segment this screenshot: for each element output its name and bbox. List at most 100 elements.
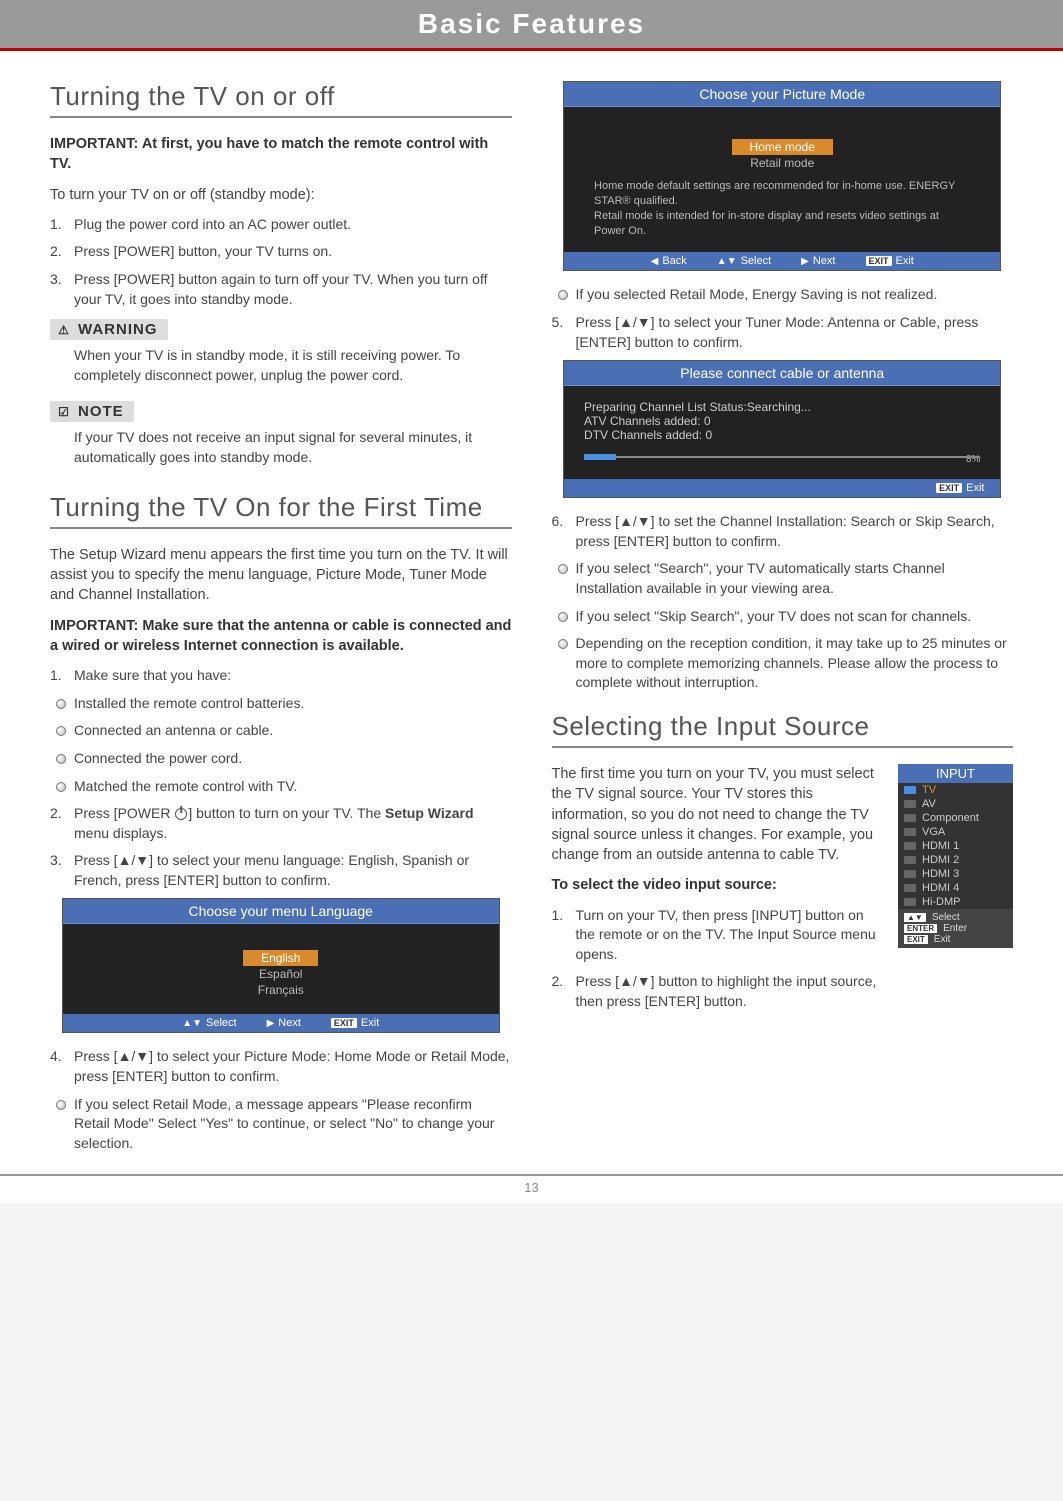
body-text: The Setup Wizard menu appears the first … — [50, 545, 512, 606]
manual-page: Basic Features Turning the TV on or off … — [0, 0, 1063, 1203]
osd-footer: ▲▼ Select ▶Next EXITExit — [63, 1014, 499, 1032]
section-first-time: Turning the TV On for the First Time The… — [50, 492, 512, 1154]
foot-exit: EXITExit — [331, 1017, 379, 1029]
label: Select — [206, 1017, 237, 1029]
exit-key-icon: EXIT — [331, 1018, 357, 1028]
input-option[interactable]: AV — [898, 797, 1013, 811]
osd-picture-mode-panel: Choose your Picture Mode Home mode Retai… — [563, 81, 1001, 271]
text: Retail mode is intended for in-store dis… — [594, 209, 970, 239]
exit-key-icon: EXIT — [936, 483, 962, 493]
progress-track — [584, 456, 980, 458]
list-item: Press [POWER] button again to turn off y… — [50, 270, 512, 309]
list-item: If you select "Skip Search", your TV doe… — [552, 607, 1014, 627]
input-steps: Turn on your TV, then press [INPUT] butt… — [552, 906, 883, 1012]
intro-text: To turn your TV on or off (standby mode)… — [50, 185, 512, 205]
osd-option[interactable]: Français — [83, 982, 479, 998]
section-title: Turning the TV on or off — [50, 81, 512, 118]
input-option-selected[interactable]: TV — [898, 783, 1013, 797]
input-option[interactable]: VGA — [898, 825, 1013, 839]
list-item: Press [▲/▼] button to highlight the inpu… — [552, 972, 883, 1011]
progress-bar: 8% — [584, 456, 980, 465]
section-first-time-cont: Choose your Picture Mode Home mode Retai… — [552, 81, 1014, 693]
section-title: Turning the TV On for the First Time — [50, 492, 512, 529]
setup-steps-cont: Press [POWER ] button to turn on your TV… — [50, 804, 512, 890]
section-turn-on-off: Turning the TV on or off IMPORTANT: At f… — [50, 81, 512, 474]
osd-title: Choose your menu Language — [63, 899, 499, 924]
osd-footer: EXITExit — [564, 479, 1000, 497]
list-item: Turn on your TV, then press [INPUT] butt… — [552, 906, 883, 965]
text: Setup Wizard — [385, 805, 474, 821]
list-item: Press [▲/▼] to select your Picture Mode:… — [50, 1047, 512, 1086]
left-icon: ◀ — [651, 256, 659, 267]
subhead: To select the video input source: — [552, 875, 883, 895]
label: HDMI 1 — [922, 840, 959, 852]
list-item: If you select Retail Mode, a message app… — [50, 1095, 512, 1154]
input-source-text: The first time you turn on your TV, you … — [552, 764, 883, 1020]
enter-key-icon: ENTER — [904, 924, 937, 933]
list-item: Press [POWER] button, your TV turns on. — [50, 242, 512, 262]
list-item: Installed the remote control batteries. — [50, 694, 512, 714]
note-callout: ☑ NOTE If your TV does not receive an in… — [50, 401, 512, 473]
right-icon: ▶ — [267, 1018, 275, 1029]
input-option[interactable]: HDMI 3 — [898, 867, 1013, 881]
list-item: If you select "Search", your TV automati… — [552, 559, 1014, 598]
text: Home mode default settings are recommend… — [594, 179, 970, 209]
foot-next: ▶Next — [801, 255, 835, 267]
foot-enter: ENTER Enter — [904, 923, 1007, 934]
input-option[interactable]: Component — [898, 811, 1013, 825]
list-item: If you selected Retail Mode, Energy Savi… — [552, 285, 1014, 305]
osd-channel-scan-panel: Please connect cable or antenna Preparin… — [563, 360, 1001, 498]
important-note: IMPORTANT: Make sure that the antenna or… — [50, 616, 512, 657]
exit-key-icon: EXIT — [866, 256, 892, 266]
section-input-source: Selecting the Input Source The first tim… — [552, 711, 1014, 1020]
osd-input-panel: INPUT TV AV Component VGA HDMI 1 HDMI 2 … — [898, 764, 1013, 948]
warning-callout: ⚠ WARNING When your TV is in standby mod… — [50, 319, 512, 391]
input-option[interactable]: HDMI 1 — [898, 839, 1013, 853]
retail-note-list: If you select Retail Mode, a message app… — [50, 1095, 512, 1154]
osd-option[interactable]: Español — [83, 966, 479, 982]
warning-body: When your TV is in standby mode, it is s… — [50, 340, 512, 391]
warning-icon: ⚠ — [56, 322, 72, 338]
source-icon — [904, 870, 916, 878]
exit-key-icon: EXIT — [904, 935, 928, 944]
label: Next — [278, 1017, 301, 1029]
list-item: Press [▲/▼] to set the Channel Installat… — [552, 512, 1014, 551]
osd-option[interactable]: Retail mode — [584, 155, 980, 171]
warning-label: WARNING — [78, 321, 158, 338]
source-icon — [904, 884, 916, 892]
text: Press [POWER — [74, 805, 174, 821]
list-item: Depending on the reception condition, it… — [552, 634, 1014, 693]
source-icon — [904, 786, 916, 794]
list-item: Press [▲/▼] to select your menu language… — [50, 851, 512, 890]
source-icon — [904, 828, 916, 836]
important-note: IMPORTANT: At first, you have to match t… — [50, 134, 512, 175]
input-option[interactable]: HDMI 2 — [898, 853, 1013, 867]
check-icon: ☑ — [56, 404, 72, 420]
retail-energy-note: If you selected Retail Mode, Energy Savi… — [552, 285, 1014, 305]
label: VGA — [922, 826, 945, 838]
page-content: Turning the TV on or off IMPORTANT: At f… — [0, 51, 1063, 1163]
scan-status: Preparing Channel List Status:Searching.… — [584, 400, 980, 414]
setup-steps-cont4: Press [▲/▼] to set the Channel Installat… — [552, 512, 1014, 551]
osd-title: Please connect cable or antenna — [564, 361, 1000, 386]
input-option[interactable]: HDMI 4 — [898, 881, 1013, 895]
list-item: Press [▲/▼] to select your Tuner Mode: A… — [552, 313, 1014, 352]
list-item: Connected an antenna or cable. — [50, 721, 512, 741]
osd-option-selected[interactable]: Home mode — [732, 139, 833, 155]
input-option[interactable]: Hi-DMP — [898, 895, 1013, 909]
updown-icon: ▲▼ — [182, 1018, 202, 1029]
note-body: If your TV does not receive an input sig… — [50, 422, 512, 473]
note-head: ☑ NOTE — [50, 401, 134, 422]
text: ] button to turn on your TV. The — [188, 805, 385, 821]
foot-back: ◀Back — [651, 255, 687, 267]
osd-title: Choose your Picture Mode — [564, 82, 1000, 107]
label: Enter — [943, 923, 967, 934]
note-label: NOTE — [78, 403, 124, 420]
input-source-layout: The first time you turn on your TV, you … — [552, 764, 1014, 1020]
osd-option-selected[interactable]: English — [243, 950, 318, 966]
label: Back — [662, 255, 686, 267]
list-item: Plug the power cord into an AC power out… — [50, 215, 512, 235]
power-steps: Plug the power cord into an AC power out… — [50, 215, 512, 309]
prereq-list: Installed the remote control batteries. … — [50, 694, 512, 796]
osd-language-panel: Choose your menu Language English Españo… — [62, 898, 500, 1033]
